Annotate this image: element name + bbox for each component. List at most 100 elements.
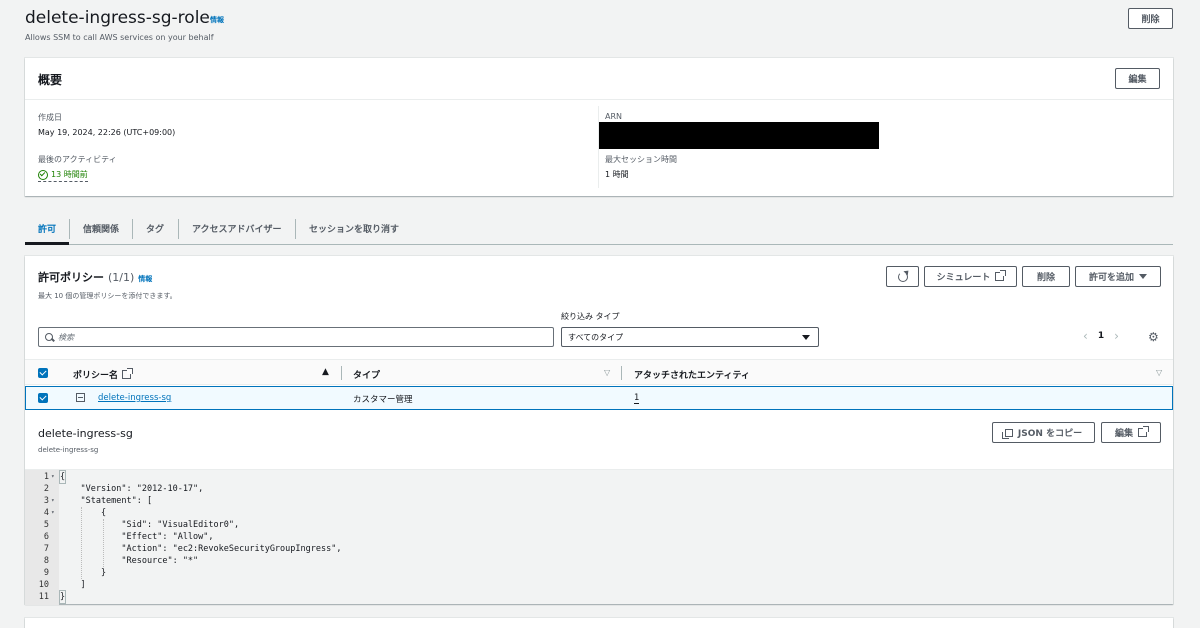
row-checkbox[interactable] xyxy=(38,393,48,403)
collapse-row-icon[interactable] xyxy=(76,393,85,402)
policy-type-cell: カスタマー管理 xyxy=(353,395,413,405)
external-link-icon xyxy=(1138,426,1149,437)
external-link-icon xyxy=(122,368,134,379)
code-text: "Version": "2012-10-17", xyxy=(60,484,204,494)
code-line: 5 "Sid": "VisualEditor0", xyxy=(25,519,1173,531)
add-permissions-button[interactable]: 許可を追加 xyxy=(1075,266,1161,287)
next-section-card xyxy=(25,618,1173,628)
pagination: ‹ 1 › xyxy=(1083,329,1119,343)
refresh-icon xyxy=(897,267,911,282)
code-line: 1 ▾{ xyxy=(25,470,1173,484)
prev-page-icon[interactable]: ‹ xyxy=(1083,329,1088,343)
select-all-checkbox[interactable] xyxy=(38,368,48,378)
arn-label: ARN xyxy=(605,112,623,121)
settings-gear-icon[interactable]: ⚙ xyxy=(1148,331,1159,343)
code-line: 8 "Resource": "*" xyxy=(25,555,1173,567)
attached-entities-cell[interactable]: 1 xyxy=(634,393,640,404)
code-line: 3 ▾ "Statement": [ xyxy=(25,495,1173,507)
sort-icon[interactable]: ▽ xyxy=(604,368,610,377)
sort-icon[interactable]: ▽ xyxy=(1156,368,1162,377)
tab-divider xyxy=(69,219,70,239)
line-number: 4 xyxy=(43,508,49,518)
copy-icon xyxy=(1001,428,1013,439)
table-header: ポリシー名 ▲ タイプ ▽ アタッチされたエンティティ ▽ xyxy=(25,359,1173,385)
policies-card: 許可ポリシー (1/1) 情報 最大 10 個の管理ポリシーを添付できます。 シ… xyxy=(25,256,1173,605)
policies-info-link[interactable]: 情報 xyxy=(138,274,152,284)
table-row[interactable]: delete-ingress-sg カスタマー管理 1 xyxy=(25,386,1173,410)
delete-policy-button[interactable]: 削除 xyxy=(1022,266,1070,287)
tab-tags[interactable]: タグ xyxy=(146,222,164,235)
policy-detail-title: delete-ingress-sg xyxy=(38,427,133,440)
code-line: 9 } xyxy=(25,567,1173,579)
search-icon xyxy=(45,333,55,342)
filter-type-label: 絞り込み タイプ xyxy=(561,312,620,321)
code-lines: 1 ▾{2 "Version": "2012-10-17", 3 ▾ "Stateme… xyxy=(25,470,1173,604)
code-text: ] xyxy=(60,580,86,590)
tab-revoke-sessions[interactable]: セッションを取り消す xyxy=(309,222,399,235)
fold-caret-icon[interactable]: ▾ xyxy=(51,507,55,519)
sort-ascending-icon[interactable]: ▲ xyxy=(322,367,329,377)
code-text: "Effect": "Allow", xyxy=(60,532,214,542)
summary-divider xyxy=(25,99,1173,100)
refresh-button[interactable] xyxy=(886,266,919,287)
last-activity-value[interactable]: 13 時間前 xyxy=(38,169,88,182)
copy-json-button[interactable]: JSON をコピー xyxy=(992,422,1095,443)
line-number: 10 xyxy=(38,580,49,590)
page-title: delete-ingress-sg-role xyxy=(25,8,210,28)
tab-permissions[interactable]: 許可 xyxy=(25,214,69,245)
code-line: 4 ▾ { xyxy=(25,507,1173,519)
column-divider xyxy=(621,366,622,380)
fold-caret-icon[interactable]: ▾ xyxy=(51,471,55,483)
page-number[interactable]: 1 xyxy=(1098,331,1104,341)
policies-count: (1/1) xyxy=(108,271,135,284)
summary-edit-button[interactable]: 編集 xyxy=(1115,68,1160,89)
simulate-button[interactable]: シミュレート xyxy=(924,266,1017,287)
indent-guide xyxy=(103,519,104,567)
caret-down-icon xyxy=(802,334,810,340)
line-number: 7 xyxy=(43,544,49,554)
tab-divider xyxy=(178,219,179,239)
line-number: 1 xyxy=(43,472,49,482)
policy-detail-subtitle: delete-ingress-sg xyxy=(38,446,99,454)
filter-type-select[interactable]: すべてのタイプ xyxy=(561,327,819,347)
delete-role-button[interactable]: 削除 xyxy=(1128,8,1173,29)
created-value: May 19, 2024, 22:26 (UTC+09:00) xyxy=(38,128,176,137)
summary-title: 概要 xyxy=(38,73,63,87)
max-session-label: 最大セッション時間 xyxy=(605,155,677,164)
code-line: 2 "Version": "2012-10-17", xyxy=(25,483,1173,495)
code-text: { xyxy=(60,508,107,518)
caret-down-icon xyxy=(1139,274,1147,279)
line-number: 3 xyxy=(43,496,49,506)
tab-access-advisor[interactable]: アクセスアドバイザー xyxy=(192,222,282,235)
json-code-editor[interactable]: 1 ▾{2 "Version": "2012-10-17", 3 ▾ "Stateme… xyxy=(25,469,1173,605)
code-line: 11} xyxy=(25,590,1173,604)
column-header-entities[interactable]: アタッチされたエンティティ xyxy=(634,368,750,381)
search-input[interactable]: 検索 xyxy=(38,327,554,347)
code-text: } xyxy=(60,568,107,578)
created-label: 作成日 xyxy=(38,113,62,122)
page-subtitle: Allows SSM to call AWS services on your … xyxy=(25,33,214,42)
column-header-policy-name[interactable]: ポリシー名 xyxy=(73,368,134,381)
column-header-type[interactable]: タイプ xyxy=(353,368,380,381)
code-line: 10 ] xyxy=(25,579,1173,591)
policies-description: 最大 10 個の管理ポリシーを添付できます。 xyxy=(38,292,177,300)
fold-caret-icon[interactable]: ▾ xyxy=(51,495,55,507)
last-activity-label: 最後のアクティビティ xyxy=(38,155,117,164)
tabs-bar: 許可 信頼関係 タグ アクセスアドバイザー セッションを取り消す xyxy=(25,214,1173,245)
line-number: 2 xyxy=(43,484,49,494)
max-session-value: 1 時間 xyxy=(605,170,629,179)
line-number: 8 xyxy=(43,556,49,566)
edit-policy-button[interactable]: 編集 xyxy=(1101,422,1161,443)
policy-name-link[interactable]: delete-ingress-sg xyxy=(98,393,171,403)
code-line: 7 "Action": "ec2:RevokeSecurityGroupIngr… xyxy=(25,543,1173,555)
line-number: 5 xyxy=(43,520,49,530)
external-link-icon xyxy=(995,270,1007,281)
code-text: { xyxy=(58,470,67,484)
header-info-link[interactable]: 情報 xyxy=(210,15,224,25)
next-page-icon[interactable]: › xyxy=(1114,329,1119,343)
line-number: 11 xyxy=(38,592,49,602)
tab-trust-relationships[interactable]: 信頼関係 xyxy=(83,222,119,235)
column-divider xyxy=(341,366,342,380)
code-text: "Sid": "VisualEditor0", xyxy=(60,520,240,530)
last-activity-text: 13 時間前 xyxy=(51,170,88,179)
